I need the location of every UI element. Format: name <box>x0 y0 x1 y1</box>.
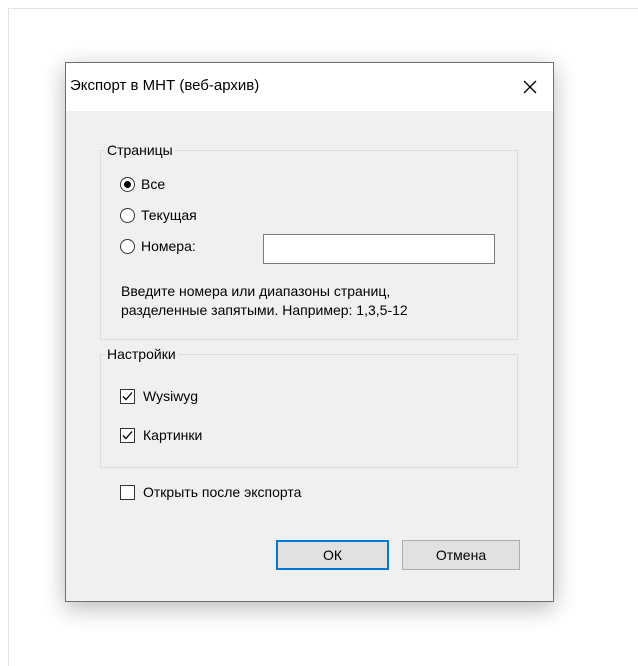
close-icon <box>523 80 537 94</box>
checkbox-images-label: Картинки <box>143 427 203 443</box>
checkbox-open-after-export-label: Открыть после экспорта <box>143 484 302 500</box>
export-mht-dialog: Экспорт в МНТ (веб-архив) Страницы Все Т… <box>65 62 554 602</box>
checkbox-open-after-export-box[interactable] <box>120 484 135 500</box>
checkbox-wysiwyg-box[interactable] <box>120 388 135 404</box>
radio-current-label: Текущая <box>141 207 197 223</box>
radio-numbers[interactable]: Номера: <box>120 236 196 256</box>
checkbox-wysiwyg-label: Wysiwyg <box>143 388 199 404</box>
close-button[interactable] <box>507 63 553 111</box>
radio-all-indicator[interactable] <box>120 176 135 192</box>
radio-numbers-label: Номера: <box>141 238 196 254</box>
checkbox-open-after-export[interactable]: Открыть после экспорта <box>120 482 301 502</box>
settings-group: Настройки <box>100 345 518 468</box>
hint-line-2: разделенные запятыми. Например: 1,3,5-12 <box>121 302 408 318</box>
checkmark-icon <box>122 391 133 400</box>
page-numbers-hint: Введите номера или диапазоны страниц, ра… <box>121 282 501 320</box>
settings-group-legend: Настройки <box>105 345 178 363</box>
pages-group-legend: Страницы <box>105 141 175 159</box>
checkbox-wysiwyg[interactable]: Wysiwyg <box>120 386 198 406</box>
radio-current-indicator[interactable] <box>120 207 135 223</box>
dialog-title: Экспорт в МНТ (веб-архив) <box>70 77 260 94</box>
page-numbers-input[interactable] <box>263 234 495 264</box>
dialog-titlebar: Экспорт в МНТ (веб-архив) <box>66 63 553 111</box>
hint-line-1: Введите номера или диапазоны страниц, <box>121 283 391 299</box>
cancel-button[interactable]: Отмена <box>402 540 520 570</box>
checkbox-images[interactable]: Картинки <box>120 425 202 445</box>
radio-current[interactable]: Текущая <box>120 205 197 225</box>
ok-button[interactable]: ОК <box>276 540 389 570</box>
radio-all[interactable]: Все <box>120 174 165 194</box>
checkbox-images-box[interactable] <box>120 427 135 443</box>
checkmark-icon <box>122 430 133 439</box>
radio-all-label: Все <box>141 176 166 192</box>
radio-numbers-indicator[interactable] <box>120 238 135 254</box>
